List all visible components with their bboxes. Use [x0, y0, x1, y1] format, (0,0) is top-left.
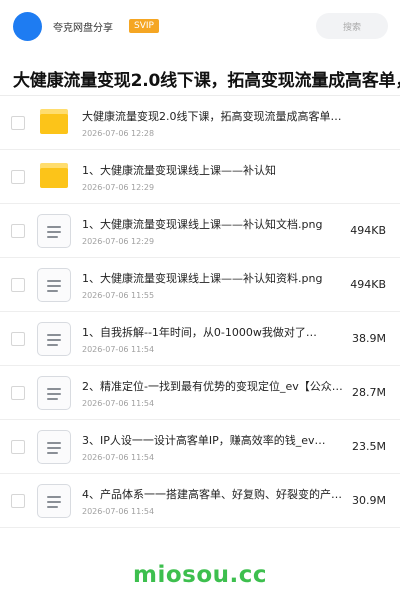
- file-list: 大健康流量变现2.0线下课，拓高变现流量成高客单… 2026-07-06 12:…: [0, 96, 400, 528]
- document-icon: [37, 484, 71, 518]
- select-checkbox[interactable]: [11, 170, 25, 184]
- watermark-text: miosou.cc: [132, 562, 268, 588]
- list-item[interactable]: 1、大健康流量变现课线上课——补认知文档.png 2026-07-06 12:2…: [0, 204, 400, 258]
- select-checkbox[interactable]: [11, 332, 25, 346]
- avatar[interactable]: [13, 11, 42, 41]
- list-item[interactable]: 1、大健康流量变现课线上课——补认知 2026-07-06 12:29: [0, 150, 400, 204]
- document-icon: [37, 268, 71, 302]
- select-checkbox[interactable]: [11, 386, 25, 400]
- search-input[interactable]: 搜索: [316, 13, 388, 39]
- document-icon: [37, 322, 71, 356]
- file-name: 1、大健康流量变现课线上课——补认知文档.png: [82, 218, 323, 231]
- file-name: 1、大健康流量变现课线上课——补认知资料.png: [82, 272, 323, 285]
- file-date: 2026-07-06 12:29: [82, 183, 155, 192]
- share-header: 夸克网盘分享 SVIP 搜索: [0, 0, 400, 52]
- file-name: 1、大健康流量变现课线上课——补认知: [82, 164, 276, 177]
- select-checkbox[interactable]: [11, 440, 25, 454]
- app-name: 夸克网盘分享: [53, 22, 113, 34]
- folder-title: 大健康流量变现2.0线下课，拓高变现流量成高客单，业绩10倍增长: [13, 71, 400, 91]
- file-size: 28.7M: [352, 386, 386, 399]
- list-item[interactable]: 1、自我拆解--1年时间，从0-1000w我做对了… 2026-07-06 11…: [0, 312, 400, 366]
- file-date: 2026-07-06 12:28: [82, 129, 155, 138]
- file-date: 2026-07-06 12:29: [82, 237, 155, 246]
- list-item[interactable]: 大健康流量变现2.0线下课，拓高变现流量成高客单… 2026-07-06 12:…: [0, 96, 400, 150]
- file-size: 494KB: [350, 224, 386, 237]
- folder-icon: [40, 109, 68, 134]
- list-item[interactable]: 2、精准定位-一找到最有优势的变现定位_ev【公众… 2026-07-06 11…: [0, 366, 400, 420]
- document-icon: [37, 376, 71, 410]
- file-name: 大健康流量变现2.0线下课，拓高变现流量成高客单…: [82, 110, 342, 123]
- file-name: 2、精准定位-一找到最有优势的变现定位_ev【公众…: [82, 380, 343, 393]
- file-size: 494KB: [350, 278, 386, 291]
- file-size: 38.9M: [352, 332, 386, 345]
- file-date: 2026-07-06 11:54: [82, 399, 155, 408]
- select-checkbox[interactable]: [11, 278, 25, 292]
- document-icon: [37, 430, 71, 464]
- list-item[interactable]: 4、产品体系一一搭建高客单、好复购、好裂变的产品体… 2026-07-06 11…: [0, 474, 400, 528]
- list-item[interactable]: 3、IP人设一一设计高客单IP，赚高效率的钱_ev… 2026-07-06 11…: [0, 420, 400, 474]
- file-date: 2026-07-06 11:54: [82, 453, 155, 462]
- file-name: 3、IP人设一一设计高客单IP，赚高效率的钱_ev…: [82, 434, 326, 447]
- file-date: 2026-07-06 11:55: [82, 291, 155, 300]
- select-checkbox[interactable]: [11, 494, 25, 508]
- svip-badge: SVIP: [129, 19, 159, 33]
- file-name: 4、产品体系一一搭建高客单、好复购、好裂变的产品体…: [82, 488, 344, 501]
- file-name: 1、自我拆解--1年时间，从0-1000w我做对了…: [82, 326, 317, 339]
- file-size: 30.9M: [352, 494, 386, 507]
- select-checkbox[interactable]: [11, 116, 25, 130]
- file-date: 2026-07-06 11:54: [82, 345, 155, 354]
- document-icon: [37, 214, 71, 248]
- folder-icon: [40, 163, 68, 188]
- file-date: 2026-07-06 11:54: [82, 507, 155, 516]
- list-item[interactable]: 1、大健康流量变现课线上课——补认知资料.png 2026-07-06 11:5…: [0, 258, 400, 312]
- file-size: 23.5M: [352, 440, 386, 453]
- folder-title-bar: 大健康流量变现2.0线下课，拓高变现流量成高客单，业绩10倍增长: [0, 56, 400, 96]
- search-placeholder: 搜索: [342, 22, 361, 33]
- select-checkbox[interactable]: [11, 224, 25, 238]
